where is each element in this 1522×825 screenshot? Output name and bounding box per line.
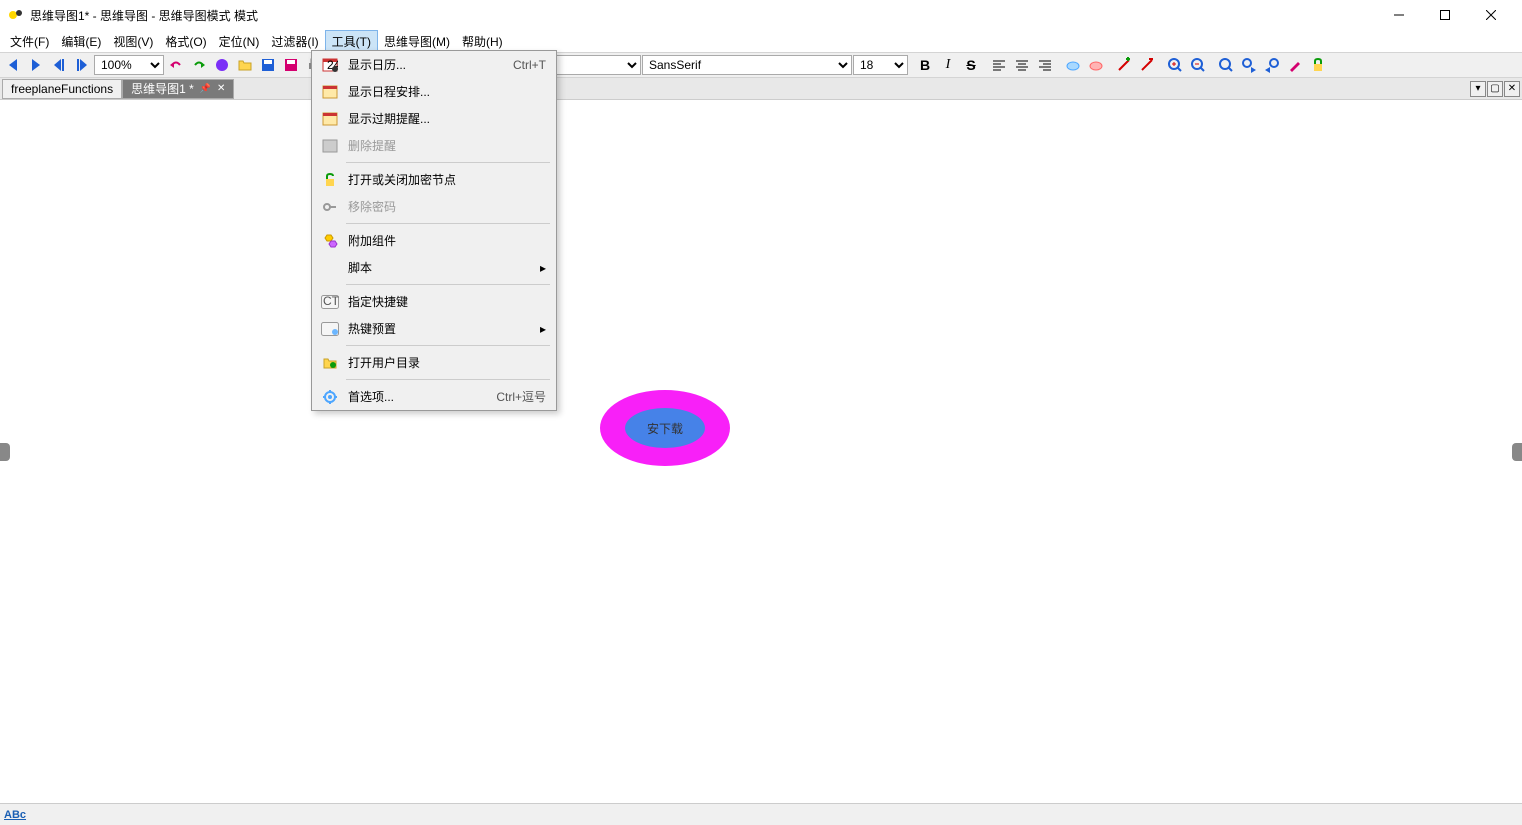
window-title: 思维导图1* - 思维导图 - 思维导图模式 模式 [30,7,1376,24]
redo-button[interactable] [188,54,210,76]
nav-back-button[interactable] [2,54,24,76]
tabbar-controls: ▾ ▢ ✕ [1470,81,1520,97]
encrypt-button[interactable] [1307,54,1329,76]
find-next-button[interactable] [1238,54,1260,76]
close-button[interactable] [1468,0,1514,30]
chevron-right-icon: ▸ [540,261,550,275]
menu-navigate[interactable]: 定位(N) [213,30,266,52]
toolbar: 100% SansSerif 18 B I S [0,52,1522,78]
italic-button[interactable]: I [937,54,959,76]
nav-forward-alt-button[interactable] [71,54,93,76]
align-center-button[interactable] [1011,54,1033,76]
menu-separator [346,223,550,224]
lock-open-icon [318,172,342,188]
menu-show-overdue[interactable]: 显示过期提醒... [312,105,556,132]
menu-format[interactable]: 格式(O) [159,30,212,52]
tab-freeplane-functions[interactable]: freeplaneFunctions [2,79,122,99]
calendar-sched-icon [318,84,342,100]
menu-separator [346,379,550,380]
menu-assign-hotkey[interactable]: CTRL 指定快捷键 [312,288,556,315]
link-remove-button[interactable] [1136,54,1158,76]
calendar-icon: 24 [318,57,342,73]
save-button[interactable] [257,54,279,76]
menu-preferences[interactable]: 首选项... Ctrl+逗号 [312,383,556,410]
titlebar: 思维导图1* - 思维导图 - 思维导图模式 模式 [0,0,1522,30]
nav-forward-button[interactable] [25,54,47,76]
close-icon[interactable]: ✕ [217,83,225,94]
tab-label: freeplaneFunctions [11,82,113,96]
menu-filter[interactable]: 过滤器(I) [265,30,324,52]
menu-separator [346,345,550,346]
menu-delete-reminder: 删除提醒 [312,132,556,159]
bold-button[interactable]: B [914,54,936,76]
plugin-icon [318,233,342,249]
tab-restore-button[interactable]: ▢ [1487,81,1503,97]
cloud-color-button[interactable] [1085,54,1107,76]
menu-addons[interactable]: 附加组件 [312,227,556,254]
svg-text:CTRL: CTRL [323,295,339,308]
hotkey-icon [318,322,342,336]
tab-dropdown-button[interactable]: ▾ [1470,81,1486,97]
menu-mindmap[interactable]: 思维导图(M) [378,30,456,52]
spellcheck-indicator[interactable]: ABc [4,809,26,821]
node-root[interactable]: 安下载 [600,390,730,466]
node-root-inner: 安下载 [625,408,705,448]
link-add-button[interactable] [1113,54,1135,76]
zoom-select[interactable]: 100% [94,55,164,75]
ctrl-key-icon: CTRL [318,295,342,309]
find-prev-button[interactable] [1261,54,1283,76]
calendar-del-icon [318,138,342,154]
tabbar: freeplaneFunctions 思维导图1 * 📌 ✕ ▾ ▢ ✕ [0,78,1522,100]
chevron-right-icon: ▸ [540,322,550,336]
strikethrough-button[interactable]: S [960,54,982,76]
menu-tools[interactable]: 工具(T) [325,30,378,52]
undo-button[interactable] [165,54,187,76]
menu-open-user-dir[interactable]: 打开用户目录 [312,349,556,376]
menu-edit[interactable]: 编辑(E) [55,30,107,52]
save-as-button[interactable] [280,54,302,76]
menu-view[interactable]: 视图(V) [107,30,159,52]
menu-hotkey-presets[interactable]: 热键预置 ▸ [312,315,556,342]
edit-button[interactable] [1284,54,1306,76]
folder-icon [318,355,342,371]
tab-close-button[interactable]: ✕ [1504,81,1520,97]
left-collapse-handle[interactable] [0,443,10,461]
tab-mindmap1[interactable]: 思维导图1 * 📌 ✕ [122,79,234,99]
zoom-in-button[interactable] [1164,54,1186,76]
menu-scripts[interactable]: 脚本 ▸ [312,254,556,281]
align-left-button[interactable] [988,54,1010,76]
tab-label: 思维导图1 * [131,80,194,97]
font-select[interactable]: SansSerif [642,55,852,75]
cloud-button[interactable] [1062,54,1084,76]
app-icon [8,7,24,23]
window-controls [1376,0,1514,30]
menu-show-calendar[interactable]: 24 显示日历... Ctrl+T [312,51,556,78]
nav-back-alt-button[interactable] [48,54,70,76]
menu-show-schedule[interactable]: 显示日程安排... [312,78,556,105]
calendar-over-icon [318,111,342,127]
menu-help[interactable]: 帮助(H) [456,30,509,52]
key-remove-icon [318,199,342,215]
gear-icon [318,389,342,405]
statusbar: ABc [0,803,1522,825]
maximize-button[interactable] [1422,0,1468,30]
zoom-out-button[interactable] [1187,54,1209,76]
menu-file[interactable]: 文件(F) [4,30,55,52]
new-button[interactable] [211,54,233,76]
minimize-button[interactable] [1376,0,1422,30]
font-size-select[interactable]: 18 [853,55,908,75]
canvas[interactable]: 安下载 anxz.com anxz 安下载 [0,100,1522,803]
menu-separator [346,162,550,163]
open-button[interactable] [234,54,256,76]
menu-toggle-encryption[interactable]: 打开或关闭加密节点 [312,166,556,193]
right-collapse-handle[interactable] [1512,443,1522,461]
node-child[interactable]: anxz [715,402,835,458]
menu-separator [346,284,550,285]
align-right-button[interactable] [1034,54,1056,76]
menubar: 文件(F) 编辑(E) 视图(V) 格式(O) 定位(N) 过滤器(I) 工具(… [0,30,1522,52]
menu-remove-password: 移除密码 [312,193,556,220]
find-button[interactable] [1215,54,1237,76]
pin-icon: 📌 [200,83,211,94]
tools-dropdown: 24 显示日历... Ctrl+T 显示日程安排... 显示过期提醒... 删除… [311,50,557,411]
